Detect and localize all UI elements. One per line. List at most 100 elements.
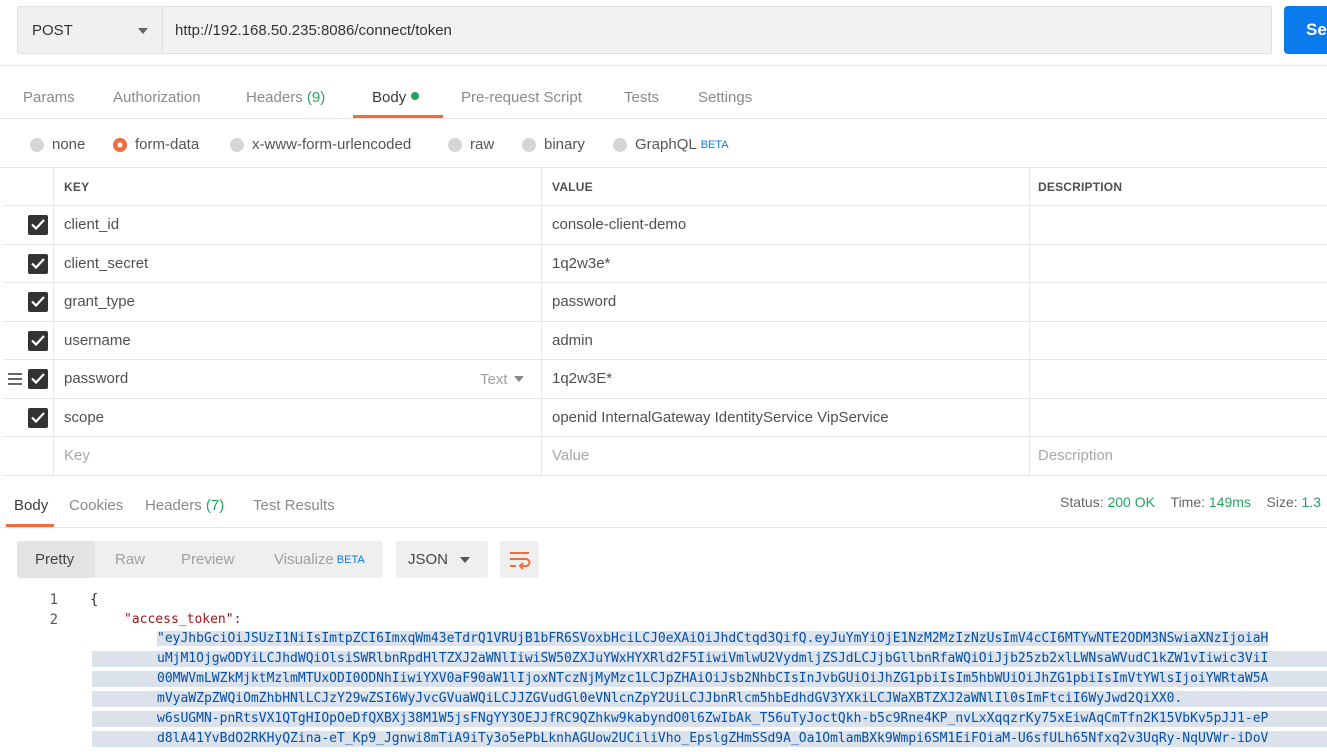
resp-tab-cookies[interactable]: Cookies [69, 497, 123, 514]
column-value-header: VALUE [542, 168, 1030, 205]
tab-settings[interactable]: Settings [698, 89, 752, 106]
table-row: client_id console-client-demo [4, 206, 1327, 245]
response-status: Status: 200 OK Time: 149ms Size: 1.3 [1060, 494, 1321, 510]
column-description-header: DESCRIPTION [1038, 179, 1123, 194]
table-row: username admin [4, 321, 1327, 360]
radio-form-data[interactable]: form-data [113, 136, 199, 153]
tab-params[interactable]: Params [23, 89, 75, 106]
radio-none[interactable]: none [30, 136, 85, 153]
new-value-input[interactable]: Value [542, 437, 1030, 475]
row-checkbox[interactable] [28, 369, 48, 389]
headers-count: (9) [306, 89, 326, 106]
view-visualize-button[interactable]: Visualize BETA [274, 541, 365, 578]
body-type-options: none form-data x-www-form-urlencoded raw… [0, 120, 1327, 168]
view-raw-button[interactable]: Raw [115, 541, 145, 578]
row-checkbox[interactable] [28, 330, 48, 351]
json-value-line: "eyJhbGciOiJSUzI1NiIsImtpZCI6ImxqWm43eTd… [157, 631, 1269, 646]
radio-circle-icon [448, 137, 462, 152]
chevron-down-icon [138, 28, 148, 34]
resp-tab-test-results[interactable]: Test Results [253, 497, 335, 514]
view-preview-button[interactable]: Preview [181, 541, 234, 578]
line-number: 2 [49, 612, 58, 628]
json-value-line: mVyaWZpZWQiOmZhbHNlLCJzY29wZSI6WyJvcGVua… [92, 691, 1327, 707]
key-cell[interactable]: grant_type [54, 283, 542, 321]
json-value-line: w6sUGMN-pnRtsVX1QTgHIOpOeDfQXBXj38M1W5js… [92, 711, 1327, 727]
radio-graphql[interactable]: GraphQL BETA [613, 136, 729, 153]
view-pretty-button[interactable]: Pretty [17, 541, 95, 578]
key-type-select[interactable]: Text [480, 371, 524, 388]
key-cell[interactable]: password [54, 360, 542, 398]
table-header: KEY VALUE DESCRIPTION [4, 168, 1327, 206]
send-label: Se [1306, 20, 1327, 39]
table-row: scope openid InternalGateway IdentitySer… [4, 398, 1327, 437]
method-label: POST [32, 21, 73, 39]
method-select[interactable]: POST [17, 6, 163, 54]
key-cell[interactable]: client_id [54, 206, 542, 244]
new-key-input[interactable]: Key [54, 437, 542, 475]
drag-handle-icon[interactable] [8, 373, 22, 385]
value-cell[interactable]: openid InternalGateway IdentityService V… [542, 398, 1030, 436]
value-cell[interactable]: console-client-demo [542, 206, 1030, 244]
active-tab-indicator [6, 524, 54, 527]
table-row-new: Key Value Description [4, 437, 1327, 476]
url-text: http://192.168.50.235:8086/connect/token [175, 21, 452, 39]
tab-headers[interactable]: Headers (9) [246, 89, 325, 106]
tab-body[interactable]: Body [372, 89, 420, 106]
response-tabs: Body Cookies Headers (7) Test Results St… [0, 484, 1327, 528]
radio-x-www-form-urlencoded[interactable]: x-www-form-urlencoded [230, 136, 411, 153]
resp-headers-count: (7) [205, 497, 225, 514]
radio-binary[interactable]: binary [522, 136, 585, 153]
resp-tab-headers[interactable]: Headers (7) [145, 497, 224, 514]
beta-badge: BETA [700, 138, 729, 151]
json-key: "access_token": [124, 612, 242, 627]
description-cell[interactable] [1030, 322, 1327, 360]
response-size: 1.3 [1301, 494, 1321, 510]
row-checkbox[interactable] [28, 292, 48, 312]
value-cell[interactable]: admin [542, 321, 1030, 359]
tab-pre-request-script[interactable]: Pre-request Script [461, 89, 582, 106]
view-mode-group: Pretty Raw Preview Visualize BETA [17, 541, 383, 578]
line-number: 1 [49, 592, 58, 608]
form-data-table: KEY VALUE DESCRIPTION client_id console-… [4, 168, 1327, 476]
value-cell[interactable]: password [542, 283, 1030, 321]
radio-circle-icon [522, 137, 536, 152]
key-cell[interactable]: scope [54, 398, 542, 436]
wrap-lines-button[interactable] [500, 541, 539, 578]
url-input[interactable]: http://192.168.50.235:8086/connect/token [163, 6, 1272, 54]
column-key-header: KEY [54, 168, 542, 205]
value-cell[interactable]: 1q2w3e* [542, 244, 1030, 282]
resp-tab-body[interactable]: Body [14, 497, 48, 514]
new-description-input[interactable]: Description [1030, 437, 1327, 475]
request-tabs: Params Authorization Headers (9) Body Pr… [0, 77, 1327, 119]
key-cell[interactable]: username [54, 321, 542, 359]
active-tab-indicator [353, 115, 443, 118]
status-code: 200 OK [1107, 494, 1155, 510]
tab-authorization[interactable]: Authorization [113, 89, 201, 106]
response-body-viewer[interactable]: 1 2 { "access_token": "eyJhbGciOiJSUzI1N… [0, 590, 1327, 752]
description-cell[interactable] [1030, 206, 1327, 244]
radio-circle-icon [30, 137, 44, 152]
json-value-line: d8lA41YvBdO2RKHyQZina-eT_Kp9_Jgnwi8mTiA9… [92, 731, 1327, 747]
send-button[interactable]: Se [1284, 6, 1327, 54]
radio-selected-icon [113, 137, 127, 152]
modified-dot-icon [411, 92, 420, 100]
description-cell[interactable] [1030, 245, 1327, 283]
table-row: grant_type password [4, 283, 1327, 322]
value-cell[interactable]: 1q2w3E* [542, 360, 1030, 398]
row-checkbox[interactable] [28, 253, 48, 274]
row-checkbox[interactable] [28, 215, 48, 235]
request-url-bar: POST http://192.168.50.235:8086/connect/… [0, 0, 1327, 66]
radio-raw[interactable]: raw [448, 136, 494, 153]
table-row: client_secret 1q2w3e* [4, 244, 1327, 283]
row-checkbox[interactable] [28, 407, 48, 428]
tab-tests[interactable]: Tests [624, 89, 659, 106]
description-cell[interactable] [1030, 360, 1327, 398]
radio-circle-icon [613, 137, 627, 152]
radio-circle-icon [230, 137, 244, 152]
key-cell[interactable]: client_secret [54, 244, 542, 282]
description-cell[interactable] [1030, 399, 1327, 437]
open-brace: { [90, 592, 99, 608]
chevron-down-icon [460, 557, 470, 563]
format-select[interactable]: JSON [396, 541, 488, 578]
description-cell[interactable] [1030, 283, 1327, 321]
